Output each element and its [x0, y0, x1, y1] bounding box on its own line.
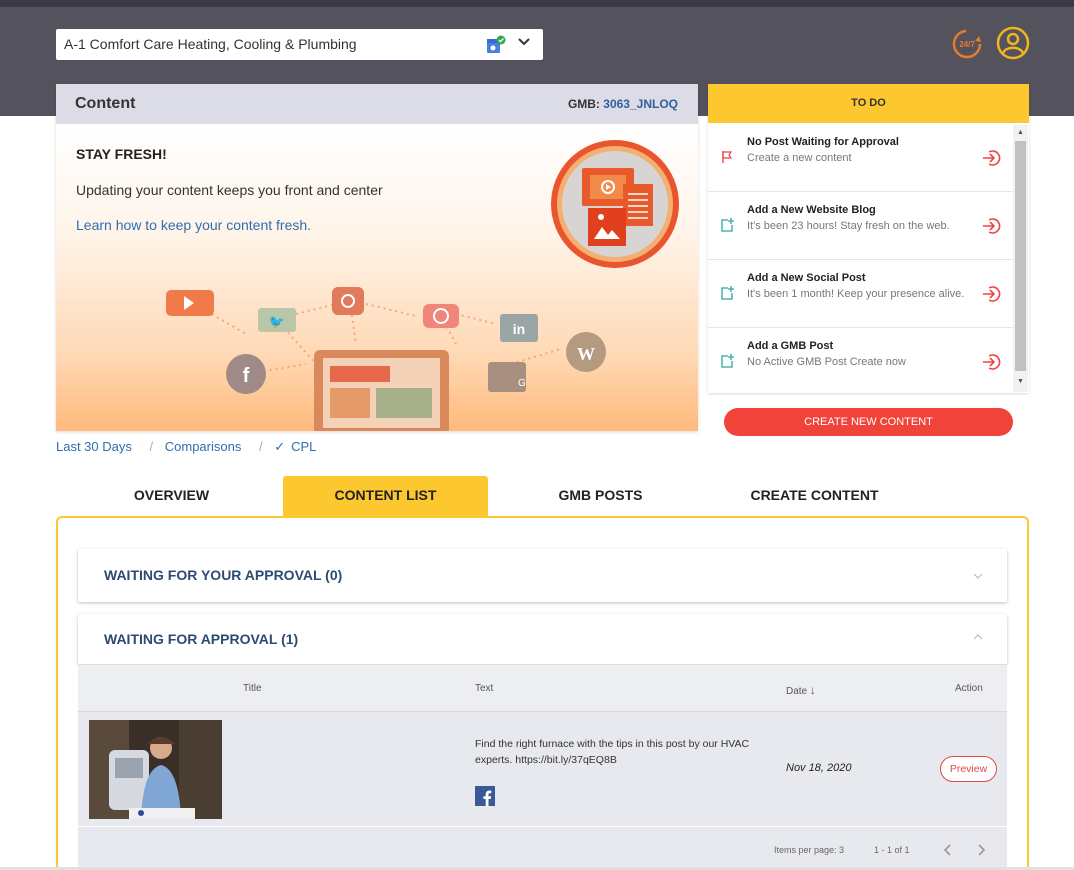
panel-waiting-approval[interactable]: WAITING FOR APPROVAL (1) [78, 614, 1007, 665]
check-icon: ✓ [274, 439, 286, 454]
column-title: Title [243, 683, 262, 694]
todo-scrollbar[interactable]: ▲ ▼ [1013, 125, 1028, 392]
panel-title: WAITING FOR APPROVAL (1) [104, 631, 299, 647]
items-per-page[interactable]: Items per page: 3 [774, 845, 844, 855]
content-card: Content GMB: 3063_JNLOQ 🐦 in f W G STAY … [56, 84, 698, 431]
breadcrumb-separator: / [258, 439, 263, 454]
svg-text:24/7: 24/7 [959, 40, 975, 49]
todo-item-subtitle: No Active GMB Post Create now [747, 356, 906, 368]
svg-text:f: f [243, 365, 250, 387]
todo-item-website-blog[interactable]: Add a New Website Blog It's been 23 hour… [708, 192, 1013, 260]
page-range: 1 - 1 of 1 [874, 845, 910, 855]
gmb-id-label: GMB: 3063_JNLOQ [567, 97, 678, 111]
arrow-right-circle-icon[interactable] [981, 285, 1003, 303]
breadcrumb-separator: / [149, 439, 154, 454]
todo-title: TO DO [851, 97, 886, 109]
svg-text:in: in [513, 321, 525, 337]
filter-comparisons[interactable]: Comparisons [165, 439, 242, 454]
filter-cpl[interactable]: CPL [291, 439, 316, 454]
column-action: Action [955, 683, 983, 694]
content-banner: 🐦 in f W G STAY FRESH! Updating your con… [56, 124, 698, 431]
todo-item-title: No Post Waiting for Approval [747, 136, 899, 148]
chevron-up-icon[interactable] [973, 632, 983, 642]
chevron-down-icon[interactable] [516, 34, 532, 50]
add-post-icon [721, 286, 734, 300]
column-date[interactable]: Date ↓ [786, 683, 816, 697]
create-new-content-button[interactable]: CREATE NEW CONTENT [724, 408, 1013, 436]
todo-item-social-post[interactable]: Add a New Social Post It's been 1 month!… [708, 260, 1013, 328]
top-strip [0, 0, 1074, 7]
chevron-down-icon[interactable] [973, 571, 983, 581]
column-text: Text [475, 683, 494, 694]
stay-fresh-heading: STAY FRESH! [76, 146, 167, 162]
tab-content-list[interactable]: CONTENT LIST [283, 476, 488, 517]
sort-down-icon: ↓ [809, 683, 816, 697]
todo-item-subtitle: Create a new content [747, 152, 852, 164]
arrow-right-circle-icon[interactable] [981, 353, 1003, 371]
post-thumbnail-image[interactable] [89, 720, 222, 819]
todo-item-subtitle: It's been 23 hours! Stay fresh on the we… [747, 220, 950, 232]
chevron-left-icon[interactable] [942, 843, 954, 857]
tab-gmb-posts[interactable]: GMB POSTS [498, 476, 703, 517]
todo-item-title: Add a GMB Post [747, 340, 834, 352]
todo-item-subtitle: It's been 1 month! Keep your presence al… [747, 288, 965, 300]
svg-text:W: W [577, 344, 595, 364]
gmb-id: 3063_JNLOQ [603, 97, 678, 111]
post-text: Find the right furnace with the tips in … [475, 738, 750, 766]
scroll-up-icon[interactable]: ▲ [1017, 129, 1024, 136]
table-paginator: Items per page: 3 1 - 1 of 1 [78, 827, 1007, 870]
business-select[interactable]: A-1 Comfort Care Heating, Cooling & Plum… [56, 29, 543, 60]
flag-icon [722, 151, 733, 163]
todo-item-no-post[interactable]: No Post Waiting for Approval Create a ne… [708, 124, 1013, 192]
todo-item-title: Add a New Website Blog [747, 204, 876, 216]
svg-text:G: G [518, 378, 526, 389]
business-name: A-1 Comfort Care Heating, Cooling & Plum… [64, 36, 357, 52]
filter-date-range[interactable]: Last 30 Days [56, 439, 132, 454]
tab-create-content[interactable]: CREATE CONTENT [712, 476, 917, 517]
panel-title: WAITING FOR YOUR APPROVAL (0) [104, 567, 343, 583]
chevron-right-icon[interactable] [975, 843, 987, 857]
stay-fresh-subtext: Updating your content keeps you front an… [76, 182, 383, 198]
arrow-right-circle-icon[interactable] [981, 217, 1003, 235]
panel-waiting-your-approval[interactable]: WAITING FOR YOUR APPROVAL (0) [78, 549, 1007, 602]
todo-item-gmb-post[interactable]: Add a GMB Post No Active GMB Post Create… [708, 328, 1013, 396]
add-post-icon [721, 354, 734, 368]
arrow-right-circle-icon[interactable] [981, 149, 1003, 167]
support-247-icon[interactable]: 24/7 [951, 27, 985, 61]
learn-content-link[interactable]: Learn how to keep your content fresh. [76, 217, 311, 233]
table-row: Find the right furnace with the tips in … [78, 711, 1007, 826]
tab-overview[interactable]: OVERVIEW [69, 476, 274, 517]
post-date: Nov 18, 2020 [786, 762, 852, 774]
svg-text:🐦: 🐦 [269, 314, 285, 329]
scrollbar-thumb[interactable] [1015, 141, 1026, 371]
table-header: Title Text Date ↓ Action [78, 664, 1007, 711]
social-media-illustration: 🐦 in f W G [166, 140, 679, 431]
google-my-business-icon [487, 35, 506, 53]
preview-button[interactable]: Preview [940, 756, 997, 782]
user-account-icon[interactable] [996, 26, 1030, 60]
todo-panel: TO DO No Post Waiting for Approval Creat… [708, 84, 1029, 393]
content-title: Content [75, 95, 136, 112]
scroll-down-icon[interactable]: ▼ [1017, 378, 1024, 385]
add-post-icon [721, 218, 734, 232]
breadcrumb-filters: Last 30 Days / Comparisons / ✓ CPL [56, 439, 322, 455]
todo-header: TO DO [708, 84, 1029, 123]
facebook-icon [475, 786, 495, 806]
content-card-header: Content GMB: 3063_JNLOQ [56, 84, 698, 124]
todo-item-title: Add a New Social Post [747, 272, 866, 284]
